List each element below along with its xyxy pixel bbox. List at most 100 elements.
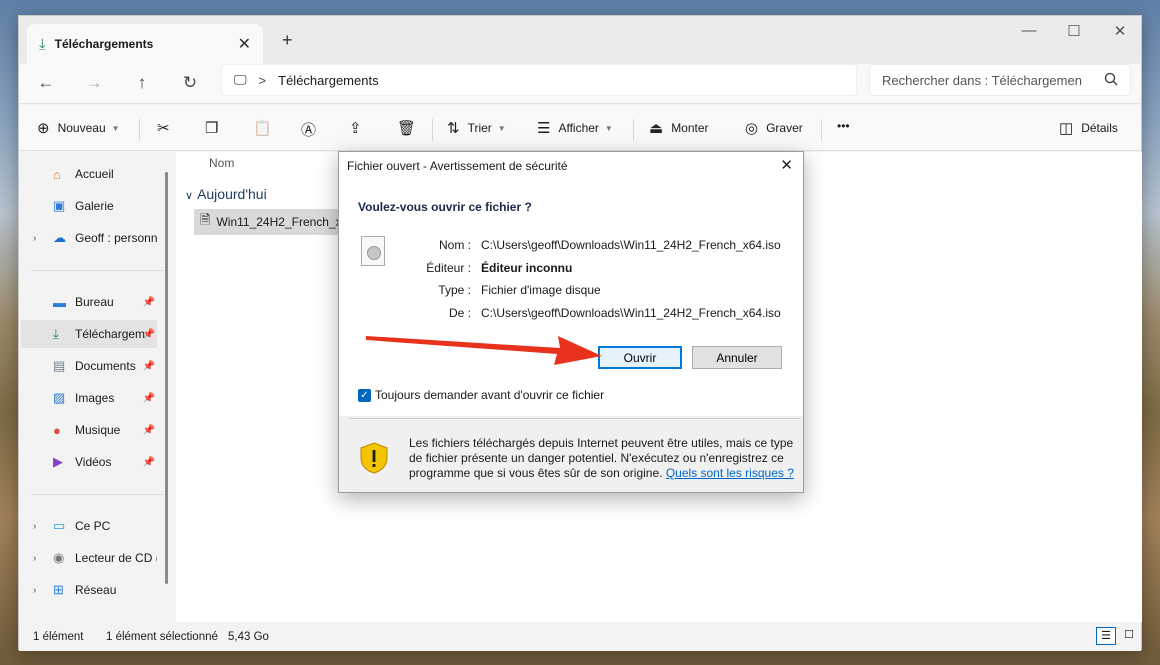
back-button[interactable]: ← [34,73,58,93]
refresh-button[interactable]: ↻ [178,73,202,93]
divider [349,418,801,419]
mount-button[interactable]: ⏏ Monter [649,119,709,137]
sidebar-item-label: Lecteur de CD (I [75,551,157,565]
open-button[interactable]: Ouvrir [598,346,682,369]
field-value: C:\Users\geoff\Downloads\Win11_24H2_Fren… [481,238,781,252]
more-options-button[interactable]: ••• [837,119,850,133]
divider [31,270,163,271]
details-button[interactable]: ◫ Détails [1059,119,1118,137]
field-value: Fichier d'image disque [481,283,601,297]
search-placeholder: Rechercher dans : Téléchargemen [882,72,1082,88]
tiles-view-button[interactable]: ☐ [1119,627,1139,645]
burn-button[interactable]: ◎ Graver [745,119,803,137]
tab-downloads[interactable]: ⤓ Téléchargements ✕ [27,24,263,64]
field-publisher: Éditeur : Éditeur inconnu [399,261,789,275]
sidebar-item-documents[interactable]: ▤ Documents 📌 [21,352,157,380]
status-bar: 1 élément 1 élément sélectionné 5,43 Go … [19,623,1141,651]
paste-button[interactable]: 📋 [253,119,280,137]
sidebar-item-downloads[interactable]: ⤓ Téléchargem 📌 [21,320,157,348]
sidebar-item-network[interactable]: › ⊞ Réseau [21,576,157,604]
rename-button[interactable]: Ⓐ [301,119,324,140]
minimize-button[interactable]: — [1014,22,1044,39]
field-label: Nom : [438,238,471,252]
pin-icon[interactable]: 📌 [143,393,155,404]
column-header-name[interactable]: Nom [209,156,234,170]
new-button[interactable]: ⊕ Nouveau ▼ [37,119,120,137]
view-button[interactable]: ☰ Afficher ▼ [537,119,613,137]
sidebar-item-videos[interactable]: ▶ Vidéos 📌 [21,448,157,476]
address-input[interactable]: 🖵 > Téléchargements [221,64,857,96]
disc-image-file-icon [361,236,385,266]
close-window-button[interactable]: ✕ [1105,22,1135,40]
chevron-down-icon: ▼ [497,123,506,133]
dialog-body: Voulez-vous ouvrir ce fichier ? Nom : C:… [339,180,803,416]
chevron-right-icon[interactable]: › [33,553,36,564]
selection-count: 1 élément sélectionné [106,631,218,643]
pin-icon[interactable]: 📌 [143,425,155,436]
sidebar-item-gallery[interactable]: ▣ Galerie [21,192,157,220]
checkmark-icon[interactable]: ✓ [358,388,371,402]
forward-button[interactable]: → [82,73,106,93]
file-name: Win11_24H2_French_x64 [216,215,354,229]
field-label: De : [448,306,471,320]
sidebar-item-label: Réseau [75,583,117,597]
navigation-pane: ⌂ Accueil ▣ Galerie › ☁ Geoff : personne… [19,152,174,622]
list-item[interactable]: 🗎 Win11_24H2_French_x64 [194,209,354,235]
chevron-down-icon: ▼ [604,123,613,133]
sidebar-item-label: Accueil [75,167,114,181]
up-button[interactable]: ↑ [130,73,154,93]
details-view-button[interactable]: ☰ [1096,627,1116,645]
sidebar-item-this-pc[interactable]: › ▭ Ce PC [21,512,157,540]
sort-label: Trier [467,121,492,135]
tab-close-icon[interactable]: ✕ [238,34,251,54]
sidebar-scrollbar[interactable] [165,172,168,584]
sidebar-item-onedrive[interactable]: › ☁ Geoff : personne [21,224,157,252]
maximize-button[interactable]: ☐ [1059,22,1089,40]
pin-icon[interactable]: 📌 [143,329,155,340]
dialog-close-button[interactable]: ✕ [780,156,793,174]
sidebar-item-music[interactable]: ● Musique 📌 [21,416,157,444]
pin-icon[interactable]: 📌 [143,297,155,308]
red-arrow-annotation [366,336,602,365]
group-header-today[interactable]: ∨ Aujourd'hui [185,186,267,202]
sidebar-item-cd-drive[interactable]: › ◉ Lecteur de CD (I [21,544,157,572]
pin-icon[interactable]: 📌 [143,457,155,468]
sort-button[interactable]: ⇅ Trier ▼ [447,119,506,137]
breadcrumb[interactable]: Téléchargements [278,73,378,88]
divider [821,119,822,141]
download-icon: ⤓ [39,35,46,53]
field-value: C:\Users\geoff\Downloads\Win11_24H2_Fren… [481,306,781,320]
chevron-right-icon[interactable]: › [33,585,36,596]
field-label: Type : [438,283,471,297]
share-button[interactable]: ⇪ [349,119,370,137]
share-icon: ⇪ [349,120,362,137]
copy-button[interactable]: ❐ [205,119,226,137]
cut-button[interactable]: ✂ [157,119,178,137]
chevron-right-icon[interactable]: › [33,233,36,244]
always-ask-checkbox[interactable]: ✓ Toujours demander avant d'ouvrir ce fi… [358,388,604,402]
sidebar-item-home[interactable]: ⌂ Accueil [21,160,157,188]
desktop-icon: ▬ [53,294,66,310]
field-value: Éditeur inconnu [481,261,573,275]
tab-title: Téléchargements [54,37,154,51]
delete-button[interactable]: 🗑 [397,119,424,137]
network-icon: ⊞ [53,582,64,597]
new-label: Nouveau [57,121,106,135]
cd-drive-icon: ◉ [53,550,65,565]
risks-link[interactable]: Quels sont les risques ? [666,466,794,480]
search-input[interactable]: Rechercher dans : Téléchargemen [869,64,1131,96]
pin-icon[interactable]: 📌 [143,361,155,372]
more-icon: ••• [837,119,850,133]
chevron-down-icon: ∨ [185,190,194,202]
sidebar-item-label: Téléchargem [75,327,146,341]
group-label: Aujourd'hui [197,186,267,202]
sidebar-item-desktop[interactable]: ▬ Bureau 📌 [21,288,157,316]
chevron-right-icon[interactable]: › [33,521,36,532]
sort-icon: ⇅ [447,120,460,137]
sidebar-item-label: Vidéos [75,455,112,469]
field-from: De : C:\Users\geoff\Downloads\Win11_24H2… [399,306,789,320]
trash-icon: 🗑 [397,120,417,137]
new-tab-button[interactable]: + [282,30,293,51]
sidebar-item-images[interactable]: ▨ Images 📌 [21,384,157,412]
cancel-button[interactable]: Annuler [692,346,782,369]
